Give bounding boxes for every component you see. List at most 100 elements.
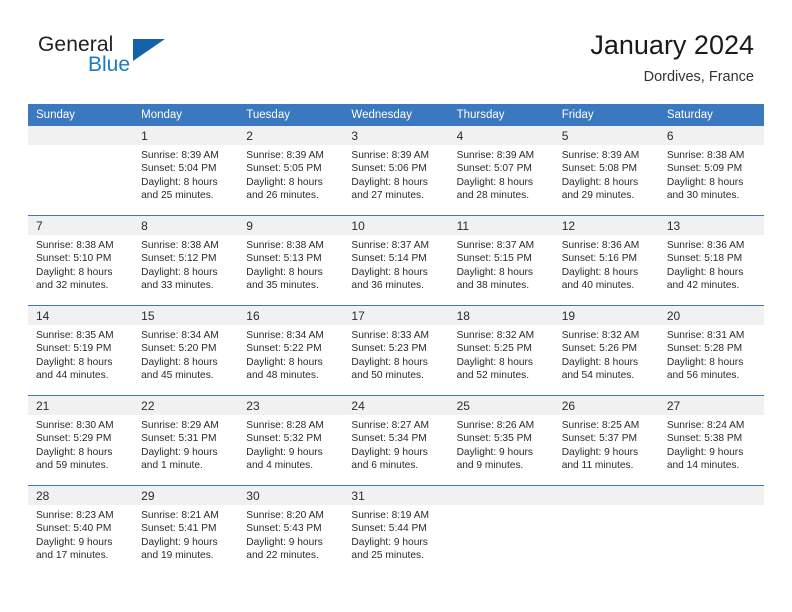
daylight-text-line1: Daylight: 9 hours — [456, 446, 534, 458]
day-details: Sunrise: 8:36 AM Sunset: 5:18 PM Daylight:… — [659, 235, 764, 293]
week-row: 14 Sunrise: 8:35 AM Sunset: 5:19 PM Dayligh… — [28, 305, 764, 396]
daylight-text-line2: and 36 minutes. — [351, 280, 424, 292]
day-cell[interactable]: 1 Sunrise: 8:39 AM Sunset: 5:04 PM Daylight… — [133, 126, 239, 216]
day-cell[interactable]: 20 Sunrise: 8:31 AM Sunset: 5:28 PM Dayligh… — [658, 305, 764, 396]
day-cell[interactable]: 12 Sunrise: 8:36 AM Sunset: 5:16 PM Dayligh… — [553, 215, 659, 306]
day-cell[interactable]: 6 Sunrise: 8:38 AM Sunset: 5:09 PM Daylight… — [658, 126, 764, 216]
day-cell[interactable]: 18 Sunrise: 8:32 AM Sunset: 5:25 PM Dayligh… — [448, 305, 554, 396]
daylight-text-line2: and 42 minutes. — [666, 280, 740, 292]
day-cell[interactable]: 16 Sunrise: 8:34 AM Sunset: 5:22 PM Dayligh… — [238, 305, 344, 396]
day-cell[interactable]: 22 Sunrise: 8:29 AM Sunset: 5:31 PM Dayligh… — [133, 395, 239, 486]
day-cell[interactable]: 26 Sunrise: 8:25 AM Sunset: 5:37 PM Dayligh… — [553, 395, 659, 486]
daylight-text-line2: and 4 minutes. — [246, 460, 314, 472]
daylight-text-line2: and 11 minutes. — [561, 460, 634, 472]
calendar-grid: Sunday Monday Tuesday Wednesday Thursday… — [28, 104, 764, 575]
day-cell[interactable]: 25 Sunrise: 8:26 AM Sunset: 5:35 PM Dayligh… — [448, 395, 554, 486]
daylight-text-line2: and 45 minutes. — [141, 370, 214, 382]
sunset-text: Sunset: 5:23 PM — [351, 343, 427, 355]
sunrise-text: Sunrise: 8:29 AM — [141, 420, 219, 431]
sunrise-text: Sunrise: 8:19 AM — [351, 510, 430, 521]
day-details — [449, 505, 554, 509]
page-subtitle-location: Dordives, France — [643, 69, 754, 85]
sunrise-text: Sunrise: 8:32 AM — [561, 330, 640, 341]
day-number: 4 — [448, 126, 554, 145]
general-blue-logo[interactable]: General Blue — [38, 33, 238, 89]
day-details: Sunrise: 8:32 AM Sunset: 5:25 PM Daylight:… — [449, 325, 554, 383]
day-cell[interactable]: 21 Sunrise: 8:30 AM Sunset: 5:29 PM Dayligh… — [28, 395, 134, 486]
sunset-text: Sunset: 5:25 PM — [456, 343, 532, 355]
day-cell[interactable]: 24 Sunrise: 8:27 AM Sunset: 5:34 PM Dayligh… — [343, 395, 449, 486]
day-details: Sunrise: 8:36 AM Sunset: 5:16 PM Daylight:… — [554, 235, 659, 293]
day-cell[interactable]: 19 Sunrise: 8:32 AM Sunset: 5:26 PM Dayligh… — [553, 305, 659, 396]
daylight-text-line2: and 48 minutes. — [246, 370, 319, 382]
day-cell[interactable]: 8 Sunrise: 8:38 AM Sunset: 5:12 PM Daylight… — [133, 215, 239, 306]
day-cell[interactable]: 9 Sunrise: 8:38 AM Sunset: 5:13 PM Daylight… — [238, 215, 344, 306]
day-cell[interactable]: 31 Sunrise: 8:19 AM Sunset: 5:44 PM Dayligh… — [343, 485, 449, 575]
sunset-text: Sunset: 5:34 PM — [351, 433, 427, 445]
day-cell[interactable]: 4 Sunrise: 8:39 AM Sunset: 5:07 PM Daylight… — [448, 126, 554, 216]
weekday-header-sunday: Sunday — [28, 104, 134, 126]
daylight-text-line1: Daylight: 8 hours — [351, 176, 428, 188]
sunset-text: Sunset: 5:09 PM — [666, 163, 743, 175]
sunset-text: Sunset: 5:06 PM — [351, 163, 427, 175]
day-cell[interactable]: 13 Sunrise: 8:36 AM Sunset: 5:18 PM Dayligh… — [658, 215, 764, 306]
daylight-text-line1: Daylight: 8 hours — [36, 266, 113, 278]
day-cell[interactable]: 29 Sunrise: 8:21 AM Sunset: 5:41 PM Dayligh… — [133, 485, 239, 575]
day-cell[interactable]: 27 Sunrise: 8:24 AM Sunset: 5:38 PM Dayligh… — [658, 395, 764, 486]
day-cell[interactable]: 5 Sunrise: 8:39 AM Sunset: 5:08 PM Daylight… — [553, 126, 659, 216]
day-cell[interactable]: 10 Sunrise: 8:37 AM Sunset: 5:14 PM Dayligh… — [343, 215, 449, 306]
day-number: 17 — [343, 306, 449, 325]
day-cell[interactable] — [658, 485, 764, 575]
day-cell[interactable]: 7 Sunrise: 8:38 AM Sunset: 5:10 PM Daylight… — [28, 215, 134, 306]
day-cell[interactable]: 3 Sunrise: 8:39 AM Sunset: 5:06 PM Daylight… — [343, 126, 449, 216]
day-details: Sunrise: 8:34 AM Sunset: 5:22 PM Daylight:… — [238, 325, 343, 383]
day-details: Sunrise: 8:21 AM Sunset: 5:41 PM Daylight:… — [133, 505, 238, 563]
daylight-text-line2: and 35 minutes. — [246, 280, 319, 292]
day-cell[interactable]: 15 Sunrise: 8:34 AM Sunset: 5:20 PM Dayligh… — [133, 305, 239, 396]
day-cell[interactable]: 30 Sunrise: 8:20 AM Sunset: 5:43 PM Dayligh… — [238, 485, 344, 575]
day-cell[interactable]: 17 Sunrise: 8:33 AM Sunset: 5:23 PM Dayligh… — [343, 305, 449, 396]
day-cell[interactable]: 11 Sunrise: 8:37 AM Sunset: 5:15 PM Dayligh… — [448, 215, 554, 306]
daylight-text-line1: Daylight: 9 hours — [561, 446, 639, 458]
day-number: 26 — [553, 396, 659, 415]
logo-text-blue: Blue — [88, 53, 131, 76]
sunset-text: Sunset: 5:08 PM — [561, 163, 638, 175]
daylight-text-line1: Daylight: 9 hours — [351, 446, 428, 458]
day-cell[interactable]: 28 Sunrise: 8:23 AM Sunset: 5:40 PM Dayligh… — [28, 485, 134, 575]
sunrise-text: Sunrise: 8:21 AM — [141, 510, 219, 521]
day-number: 9 — [238, 216, 344, 235]
day-cell[interactable] — [448, 485, 554, 575]
sunset-text: Sunset: 5:05 PM — [246, 163, 322, 175]
day-details: Sunrise: 8:25 AM Sunset: 5:37 PM Daylight:… — [554, 415, 659, 473]
sunset-text: Sunset: 5:16 PM — [561, 253, 638, 265]
daylight-text-line2: and 32 minutes. — [36, 280, 109, 292]
day-details: Sunrise: 8:39 AM Sunset: 5:06 PM Daylight:… — [343, 145, 448, 203]
day-cell[interactable] — [553, 485, 659, 575]
day-cell[interactable]: 2 Sunrise: 8:39 AM Sunset: 5:05 PM Daylight… — [238, 126, 344, 216]
day-details: Sunrise: 8:39 AM Sunset: 5:05 PM Daylight:… — [238, 145, 343, 203]
daylight-text-line1: Daylight: 9 hours — [141, 446, 218, 458]
daylight-text-line1: Daylight: 8 hours — [666, 266, 744, 278]
day-number: 30 — [238, 486, 344, 505]
weekday-header-monday: Monday — [133, 104, 239, 126]
day-cell[interactable]: 14 Sunrise: 8:35 AM Sunset: 5:19 PM Dayligh… — [28, 305, 134, 396]
sunset-text: Sunset: 5:44 PM — [351, 523, 427, 535]
sunrise-text: Sunrise: 8:39 AM — [456, 150, 535, 161]
daylight-text-line2: and 1 minute. — [141, 460, 203, 472]
day-number: 6 — [658, 126, 764, 145]
daylight-text-line1: Daylight: 8 hours — [561, 356, 639, 368]
sunrise-text: Sunrise: 8:34 AM — [141, 330, 219, 341]
day-details: Sunrise: 8:38 AM Sunset: 5:13 PM Daylight:… — [238, 235, 343, 293]
daylight-text-line1: Daylight: 8 hours — [666, 176, 744, 188]
title-block: January 2024 Dordives, France — [590, 28, 754, 88]
sunrise-text: Sunrise: 8:38 AM — [666, 150, 745, 161]
sunset-text: Sunset: 5:40 PM — [36, 523, 112, 535]
day-details: Sunrise: 8:38 AM Sunset: 5:12 PM Daylight:… — [133, 235, 238, 293]
day-cell[interactable]: 23 Sunrise: 8:28 AM Sunset: 5:32 PM Dayligh… — [238, 395, 344, 486]
day-number: 16 — [238, 306, 344, 325]
daylight-text-line1: Daylight: 9 hours — [351, 536, 428, 548]
sunset-text: Sunset: 5:19 PM — [36, 343, 112, 355]
day-cell[interactable] — [28, 126, 134, 216]
sunset-text: Sunset: 5:22 PM — [246, 343, 322, 355]
day-number: 3 — [343, 126, 449, 145]
